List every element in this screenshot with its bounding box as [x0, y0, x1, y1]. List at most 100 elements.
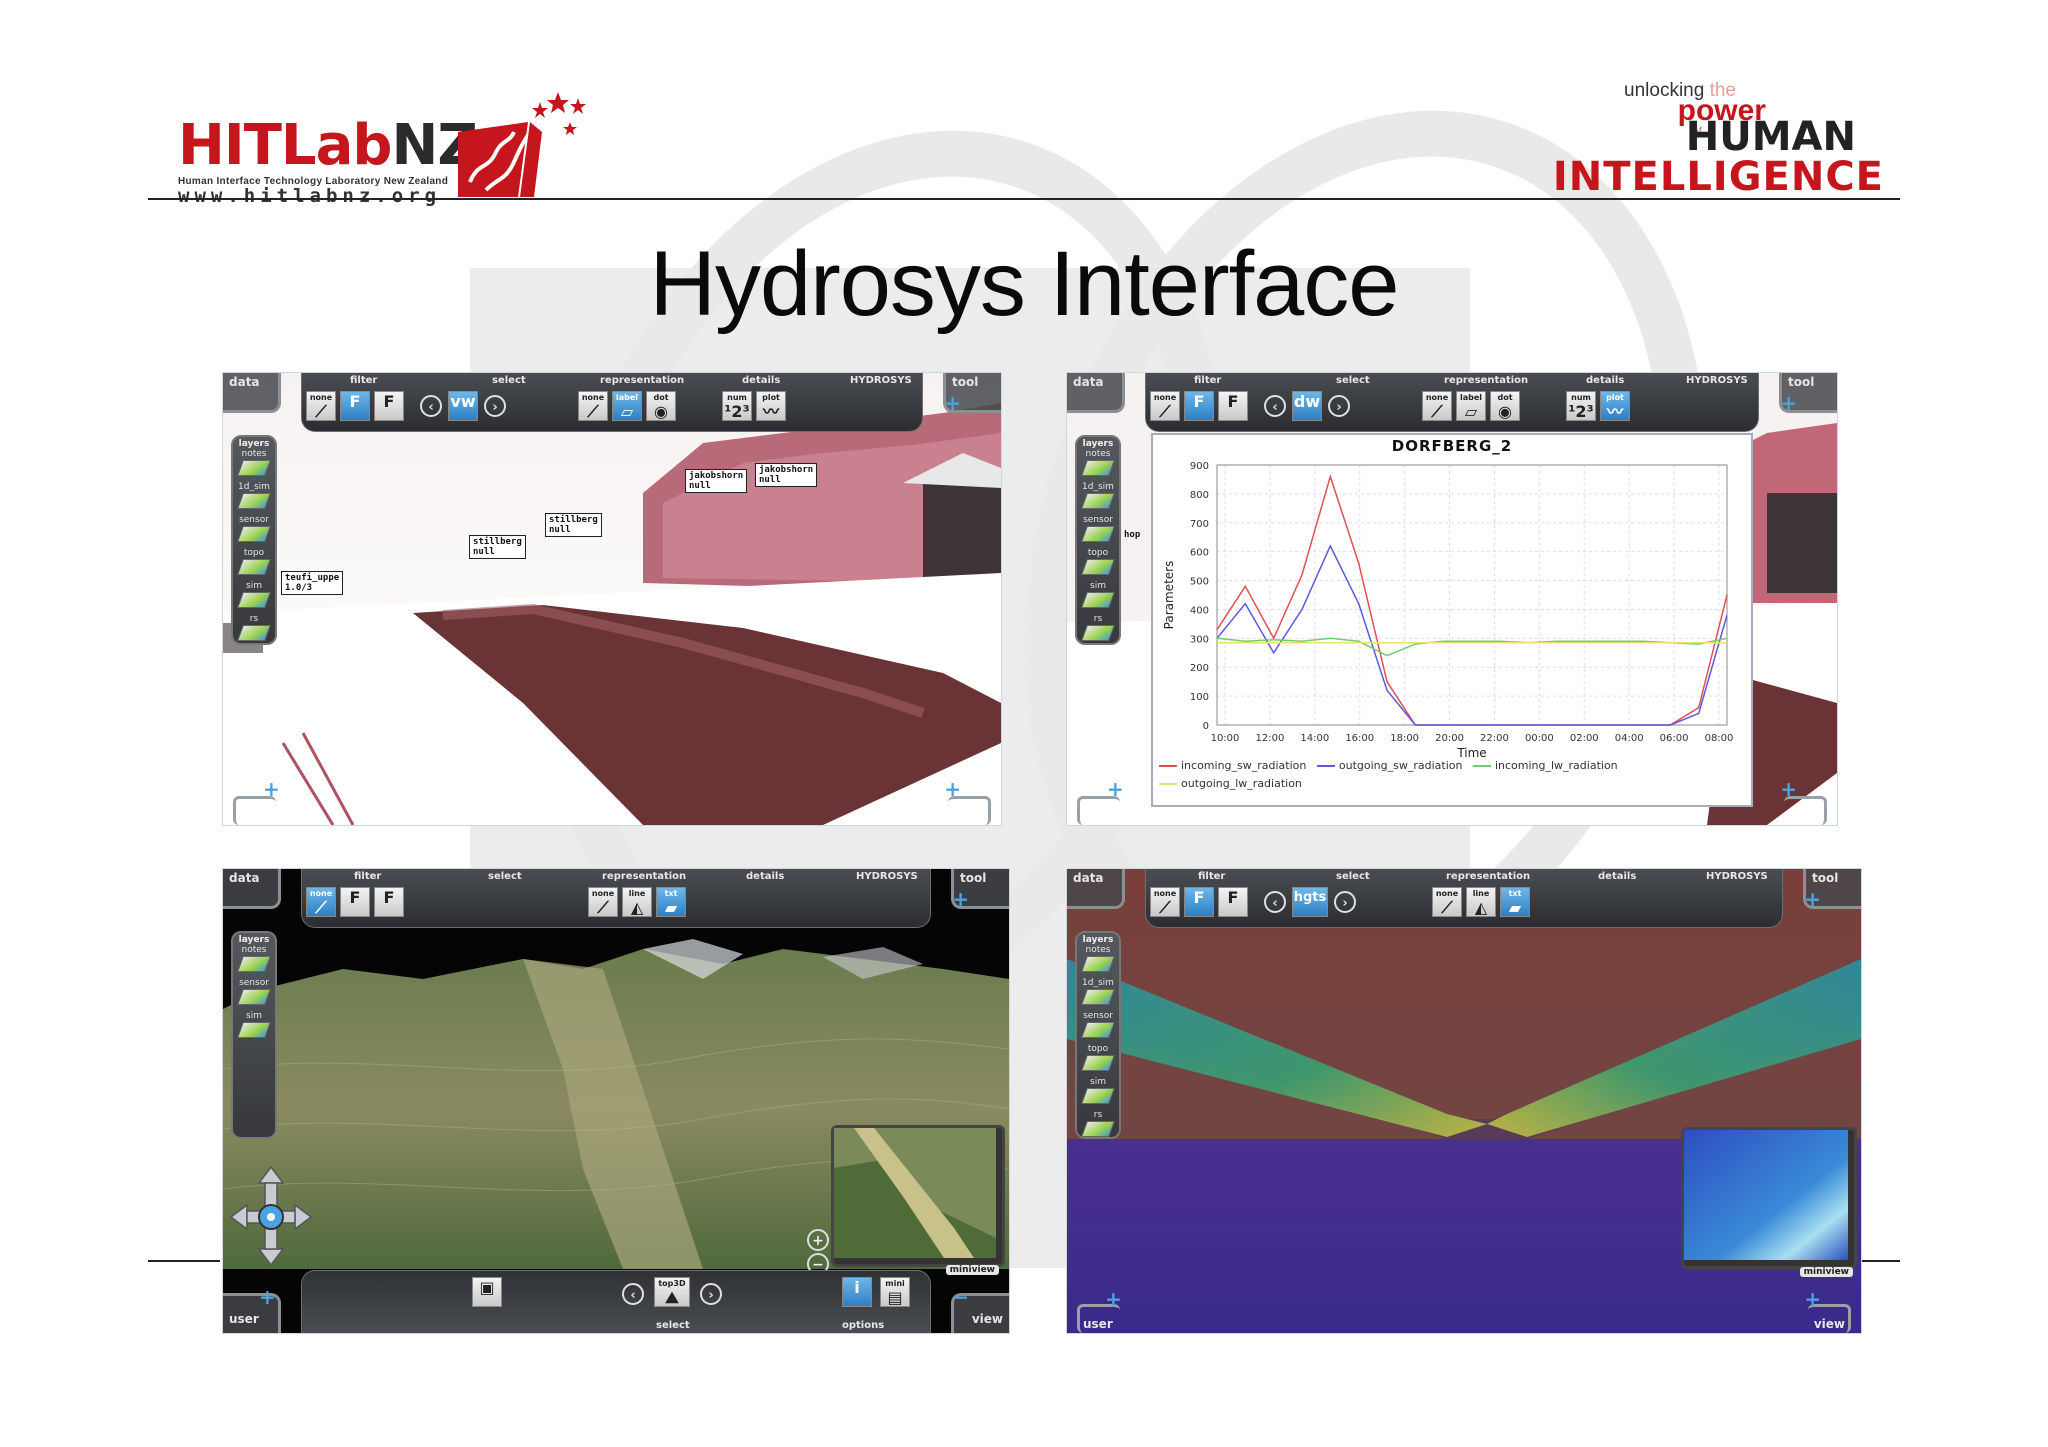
- miniview-window[interactable]: [1681, 1127, 1857, 1269]
- side-map-label[interactable]: hop: [1121, 529, 1143, 541]
- filter-type-button[interactable]: F: [340, 391, 370, 421]
- layer-1d-sim[interactable]: 1d_sim: [1077, 482, 1119, 515]
- view-label[interactable]: view: [1814, 1317, 1845, 1331]
- bottom-options-label: options: [842, 1320, 885, 1331]
- select-next-icon[interactable]: ›: [1334, 891, 1356, 913]
- rep-label-button[interactable]: label ▱: [612, 391, 642, 421]
- panel-simulation-view: filter select representation details HYD…: [1066, 868, 1862, 1334]
- tb-details-head: details: [746, 871, 785, 882]
- layer-rs[interactable]: rs: [1077, 1110, 1119, 1143]
- data-tab[interactable]: data: [223, 373, 281, 413]
- details-num-button[interactable]: num ¹2³: [722, 391, 752, 421]
- bottom-mini-button[interactable]: mini ▤: [880, 1277, 910, 1307]
- line-chart: 0 100 200 300 400 500 600 700 800 900 10:00 12:00 14…: [1162, 461, 1733, 760]
- filter-type-button[interactable]: F: [1184, 391, 1214, 421]
- layer-sim[interactable]: sim: [1077, 581, 1119, 614]
- filter-space-button[interactable]: F: [374, 887, 404, 917]
- layer-notes[interactable]: notes: [233, 449, 275, 482]
- bottom-top3d-button[interactable]: top3D ⛰: [654, 1277, 690, 1307]
- select-value-button[interactable]: dw: [1292, 391, 1322, 421]
- select-next-icon[interactable]: ›: [1328, 395, 1350, 417]
- layer-sim[interactable]: sim: [233, 581, 275, 614]
- select-prev-icon[interactable]: ‹: [420, 395, 442, 417]
- layer-sim[interactable]: sim: [233, 1011, 275, 1044]
- rep-line-button[interactable]: line ◭: [622, 887, 652, 917]
- user-label[interactable]: user: [1083, 1317, 1113, 1331]
- details-plot-button[interactable]: plot 〰: [1600, 391, 1630, 421]
- bottom-info-button[interactable]: i: [842, 1277, 872, 1307]
- tool-plus-icon[interactable]: +: [952, 889, 969, 909]
- filter-none-button[interactable]: none ⟋: [306, 887, 336, 917]
- filter-none-button[interactable]: none ⟋: [1150, 887, 1180, 917]
- map-label[interactable]: jakobshorn null: [685, 469, 748, 493]
- tool-plus-icon[interactable]: +: [1780, 393, 1797, 413]
- layer-1d-sim[interactable]: 1d_sim: [1077, 978, 1119, 1011]
- select-value-button[interactable]: hgts: [1292, 887, 1328, 917]
- rep-label-button[interactable]: label ▱: [1456, 391, 1486, 421]
- data-tab[interactable]: data: [1067, 869, 1125, 909]
- rep-dot-button[interactable]: dot ◉: [1490, 391, 1520, 421]
- select-prev-icon[interactable]: ‹: [1264, 891, 1286, 913]
- view-plus-icon[interactable]: +: [1804, 1289, 1821, 1309]
- bottom-left-plus-icon[interactable]: +: [1107, 779, 1124, 799]
- miniview-window[interactable]: [831, 1125, 1005, 1267]
- filter-space-button[interactable]: F: [1218, 391, 1248, 421]
- filter-type-button[interactable]: F: [1184, 887, 1214, 917]
- filter-space-button[interactable]: F: [1218, 887, 1248, 917]
- layer-rs[interactable]: rs: [1077, 614, 1119, 647]
- layer-topo[interactable]: topo: [233, 548, 275, 581]
- layer-notes[interactable]: notes: [1077, 945, 1119, 978]
- data-tab[interactable]: data: [1067, 373, 1125, 413]
- layer-1d-sim[interactable]: 1d_sim: [233, 482, 275, 515]
- filter-none-button[interactable]: none ⟋: [306, 391, 336, 421]
- user-plus-icon[interactable]: +: [1105, 1289, 1122, 1309]
- bottom-right-plus-icon[interactable]: +: [944, 779, 961, 799]
- rep-none-button[interactable]: none ⟋: [1422, 391, 1452, 421]
- map-label[interactable]: jakobshorn null: [755, 463, 818, 487]
- filter-type-button[interactable]: F: [340, 887, 370, 917]
- details-num-button[interactable]: num ¹2³: [1566, 391, 1596, 421]
- bottom-clipboard-button[interactable]: ▣: [472, 1277, 502, 1307]
- tb-brand: HYDROSYS: [1686, 375, 1748, 386]
- tool-plus-icon[interactable]: +: [944, 393, 961, 413]
- tool-plus-icon[interactable]: +: [1804, 889, 1821, 909]
- layer-notes[interactable]: notes: [1077, 449, 1119, 482]
- view-minus-icon[interactable]: −: [952, 1287, 969, 1307]
- x-tick-label: 06:00: [1660, 733, 1689, 744]
- layer-rs[interactable]: rs: [233, 614, 275, 647]
- details-plot-button[interactable]: plot 〰: [756, 391, 786, 421]
- navigation-pad-icon[interactable]: [229, 1165, 313, 1269]
- rep-none-button[interactable]: none ⟋: [588, 887, 618, 917]
- select-value-button[interactable]: vw: [448, 391, 478, 421]
- bottom-left-plus-icon[interactable]: +: [263, 779, 280, 799]
- tb-filter-head: filter: [1198, 871, 1226, 882]
- map-label[interactable]: stillberg null: [545, 513, 602, 537]
- rep-txt-button[interactable]: txt ▰: [656, 887, 686, 917]
- map-label[interactable]: teufi_uppe 1.0/3: [281, 571, 344, 595]
- bottom-next-icon[interactable]: ›: [700, 1283, 722, 1305]
- bottom-right-plus-icon[interactable]: +: [1780, 779, 1797, 799]
- filter-space-button[interactable]: F: [374, 391, 404, 421]
- layer-notes[interactable]: notes: [233, 945, 275, 978]
- layer-topo[interactable]: topo: [1077, 548, 1119, 581]
- select-next-icon[interactable]: ›: [484, 395, 506, 417]
- layer-sensor[interactable]: sensor: [1077, 1011, 1119, 1044]
- filter-none-button[interactable]: none ⟋: [1150, 391, 1180, 421]
- rep-dot-button[interactable]: dot ◉: [646, 391, 676, 421]
- layer-sensor[interactable]: sensor: [1077, 515, 1119, 548]
- rep-none-button[interactable]: none ⟋: [578, 391, 608, 421]
- zoom-in-icon[interactable]: +: [807, 1229, 829, 1251]
- rep-line-button[interactable]: line ◭: [1466, 887, 1496, 917]
- data-tab[interactable]: data: [223, 869, 281, 909]
- map-label[interactable]: stillberg null: [469, 535, 526, 559]
- layers-head: layers: [238, 439, 270, 449]
- layer-sim[interactable]: sim: [1077, 1077, 1119, 1110]
- layer-sensor[interactable]: sensor: [233, 515, 275, 548]
- layer-topo[interactable]: topo: [1077, 1044, 1119, 1077]
- select-prev-icon[interactable]: ‹: [1264, 395, 1286, 417]
- user-plus-icon[interactable]: +: [259, 1287, 276, 1307]
- rep-none-button[interactable]: none ⟋: [1432, 887, 1462, 917]
- rep-txt-button[interactable]: txt ▰: [1500, 887, 1530, 917]
- bottom-prev-icon[interactable]: ‹: [622, 1283, 644, 1305]
- layer-sensor[interactable]: sensor: [233, 978, 275, 1011]
